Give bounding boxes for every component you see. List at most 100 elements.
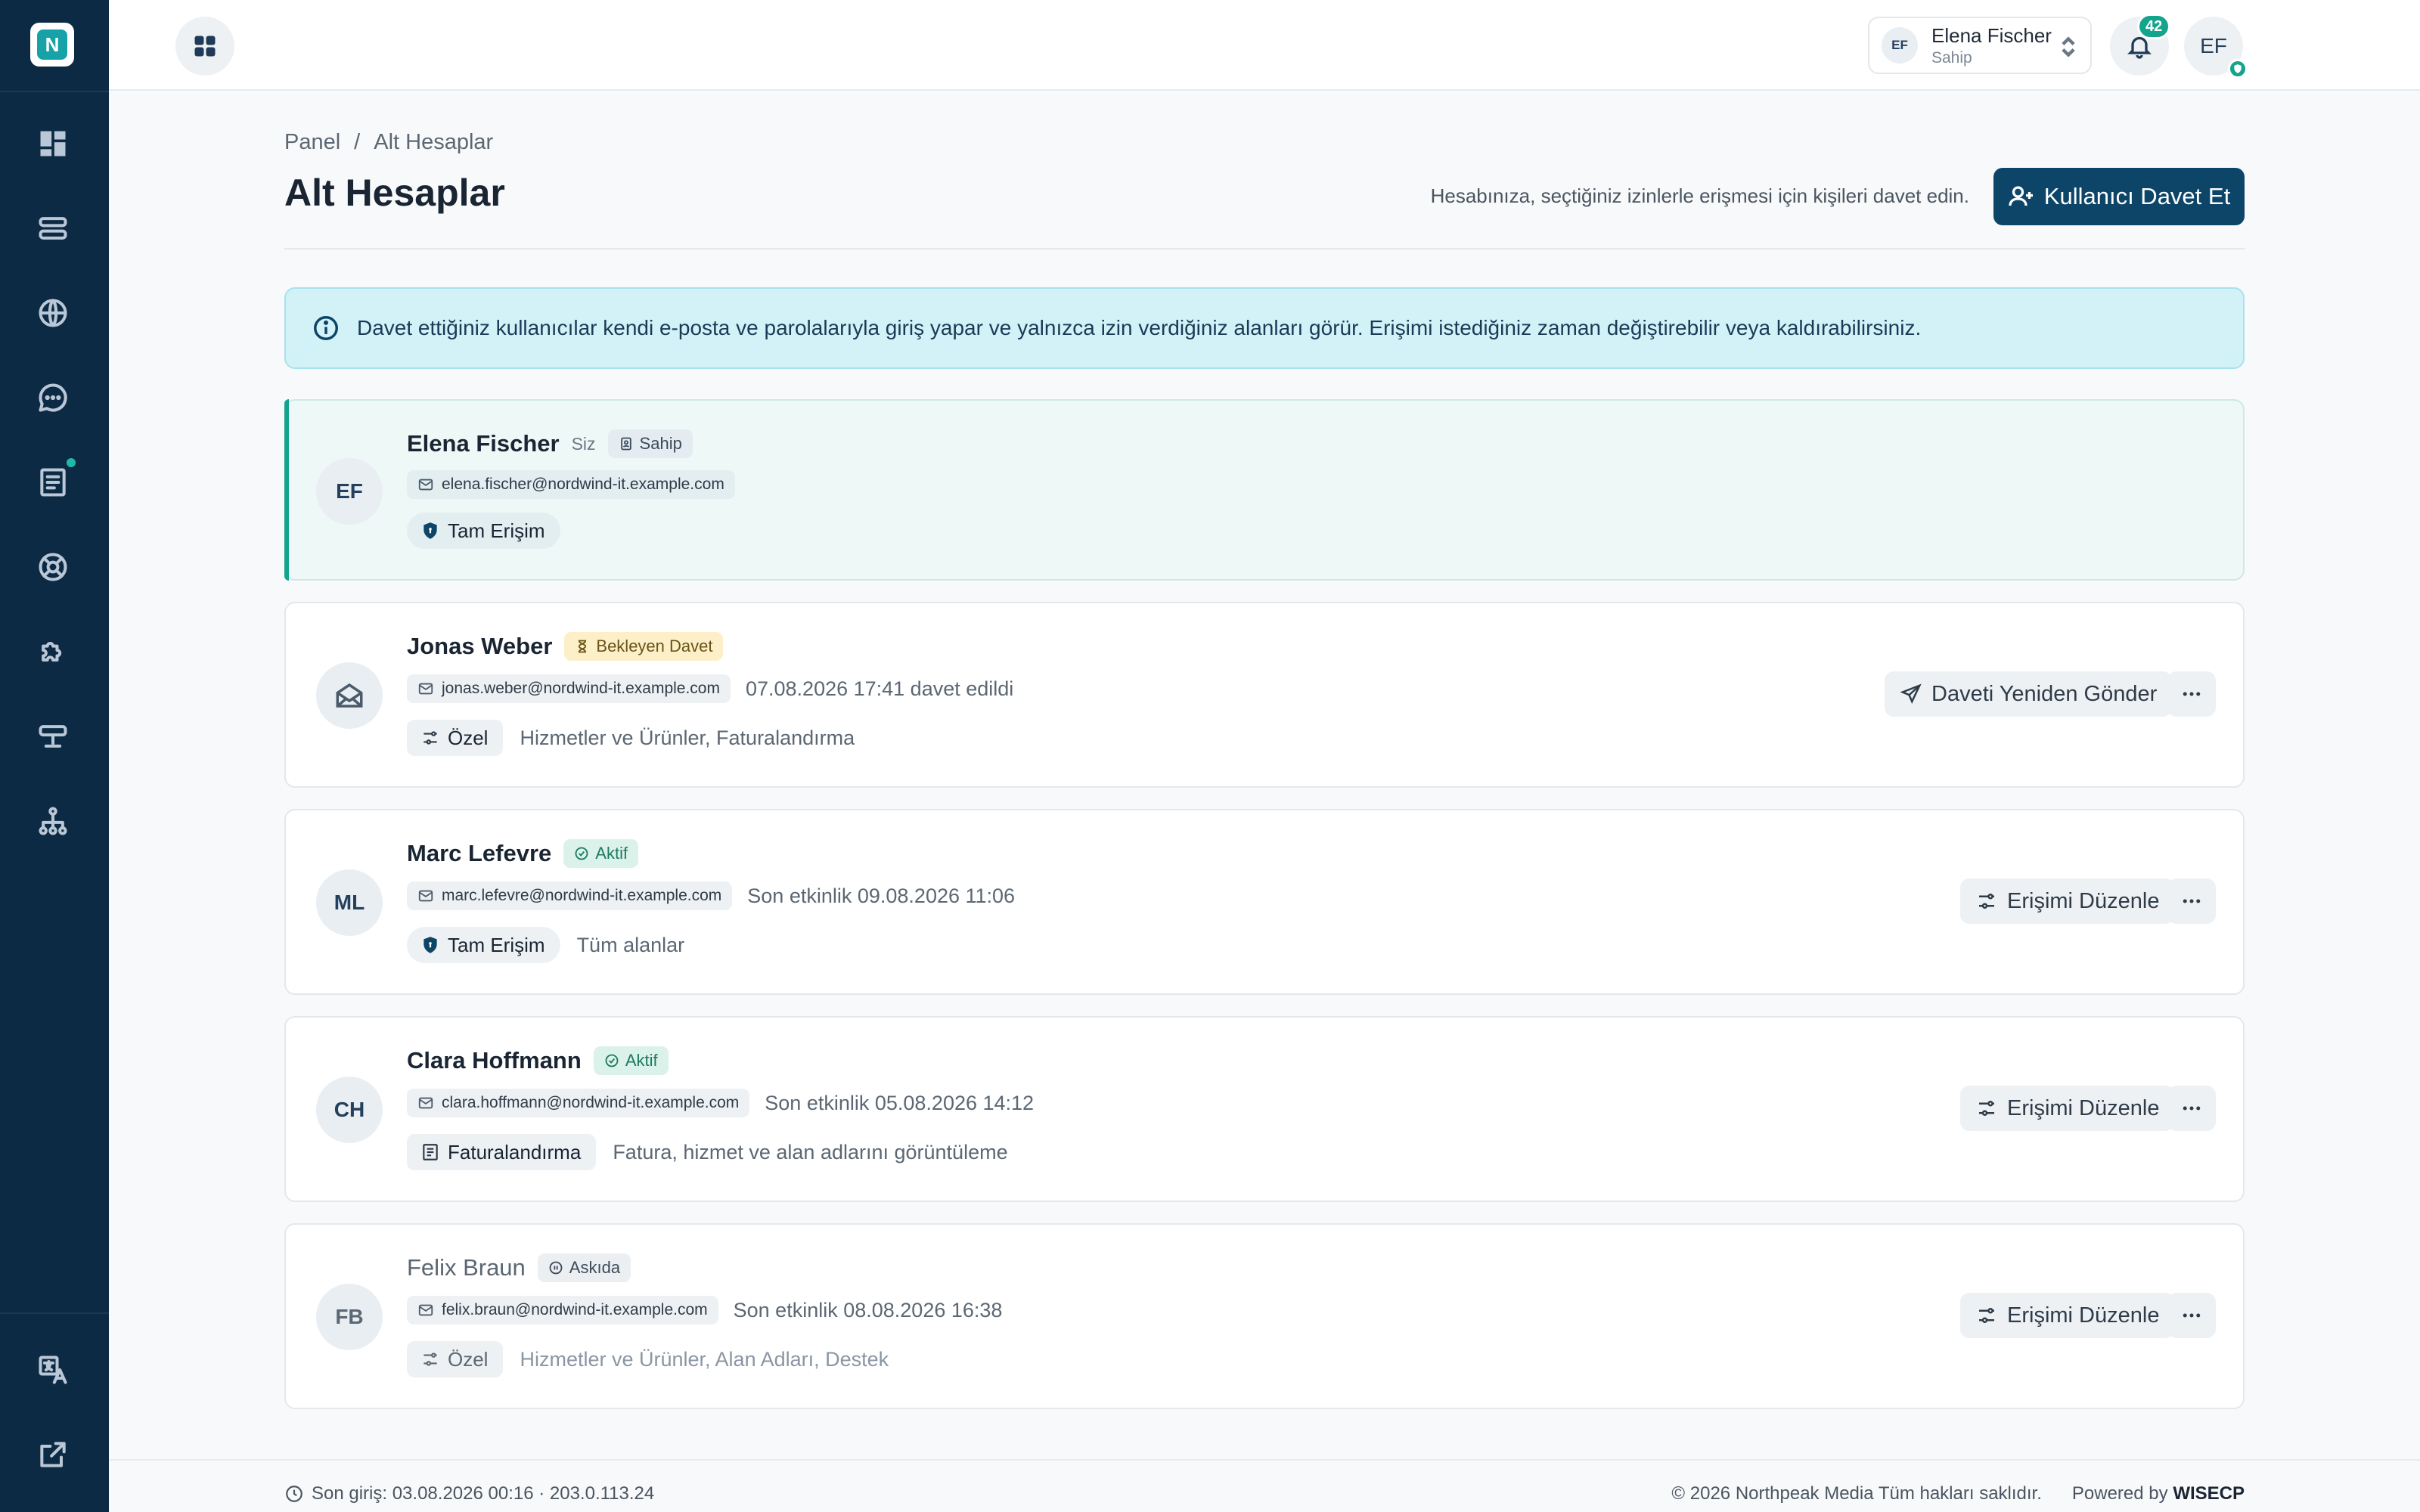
sidebar-item-help[interactable] (33, 547, 73, 587)
breadcrumb-separator: / (354, 130, 361, 154)
shield-icon (424, 522, 437, 539)
ellipsis-icon (2183, 1313, 2201, 1318)
status-label: Aktif (625, 1051, 658, 1070)
receipt-icon (423, 1144, 438, 1160)
edit-access-label: Erişimi Düzenle (2007, 1095, 2160, 1120)
chat-icon (39, 383, 67, 412)
more-options-button[interactable] (2167, 1086, 2216, 1131)
send-icon (1900, 683, 1922, 705)
sidebar-divider (0, 91, 109, 92)
status-label: Aktif (595, 844, 628, 863)
powered-by-text: Powered by (2071, 1483, 2168, 1504)
breadcrumb: Panel / Alt Hesaplar (284, 130, 493, 155)
mail-icon (418, 1304, 433, 1316)
email-text: clara.hoffmann@nordwind-it.example.com (442, 1094, 740, 1111)
powered-by-brand[interactable]: WISECP (2173, 1483, 2245, 1504)
page-description: Hesabınıza, seçtiğiniz izinlerle erişmes… (1430, 184, 1969, 207)
sidebar-item-dashboard[interactable] (33, 124, 73, 163)
owner-role-badge: Sahip (607, 429, 693, 458)
more-options-button[interactable] (2167, 671, 2216, 717)
email-chip: elena.fischer@nordwind-it.example.com (407, 470, 735, 499)
check-circle-icon (575, 847, 588, 860)
external-link-icon (40, 1442, 66, 1467)
dashboard-icon (40, 131, 66, 156)
status-badge-active: Aktif (563, 839, 639, 868)
ellipsis-icon (2183, 1106, 2201, 1111)
lifebuoy-icon (39, 553, 67, 581)
subaccount-card: FB Felix Braun Askıda felix.braun@nordwi… (284, 1223, 2245, 1409)
edit-access-label: Erişimi Düzenle (2007, 1303, 2160, 1328)
header-divider (284, 248, 2245, 249)
access-level-badge: Tam Erişim (407, 927, 560, 963)
user-name: Clara Hoffmann (407, 1047, 582, 1074)
ellipsis-icon (2183, 899, 2201, 903)
globe-icon (39, 299, 67, 327)
pause-circle-icon (549, 1261, 563, 1275)
edit-access-label: Erişimi Düzenle (2007, 888, 2160, 913)
sidebar-item-addons[interactable] (33, 632, 73, 671)
sliders-icon (424, 731, 437, 745)
invoices-notification-dot (67, 458, 76, 467)
edit-access-button[interactable]: Erişimi Düzenle (1960, 1086, 2175, 1131)
copyright-text: © 2026 Northpeak Media Tüm hakları saklı… (1671, 1483, 2042, 1504)
account-name: Elena Fischer (1931, 23, 2052, 47)
email-chip: felix.braun@nordwind-it.example.com (407, 1296, 718, 1325)
access-scope: Hizmetler ve Ürünler, Faturalandırma (520, 726, 855, 749)
email-text: elena.fischer@nordwind-it.example.com (442, 476, 724, 493)
sidebar-item-domains[interactable] (33, 293, 73, 333)
subaccount-card: ML Marc Lefevre Aktif marc.lefevre@nordw… (284, 809, 2245, 995)
edit-access-button[interactable]: Erişimi Düzenle (1960, 1293, 2175, 1338)
mail-icon (418, 683, 433, 695)
translate-icon (39, 1356, 67, 1384)
subaccount-card-owner: EF Elena Fischer Siz Sahip elena.fischer… (284, 399, 2245, 581)
apps-menu-button[interactable] (175, 17, 234, 76)
notification-count-badge: 42 (2137, 14, 2171, 39)
sidebar-item-language[interactable] (33, 1350, 73, 1390)
email-chip: jonas.weber@nordwind-it.example.com (407, 674, 731, 703)
resend-invite-button[interactable]: Daveti Yeniden Gönder (1885, 671, 2173, 717)
access-scope: Fatura, hizmet ve alan adlarını görüntül… (613, 1140, 1008, 1163)
app-logo[interactable]: N (30, 23, 74, 67)
sidebar-item-external-link[interactable] (33, 1435, 73, 1474)
access-level-label: Özel (448, 1347, 489, 1371)
router-icon (39, 725, 67, 748)
account-switcher[interactable]: EF Elena Fischer Sahip (1868, 17, 2092, 74)
last-activity: Son etkinlik 09.08.2026 11:06 (747, 884, 1016, 907)
footer-divider (109, 1459, 2420, 1461)
sidebar: N (0, 0, 109, 1512)
edit-access-button[interactable]: Erişimi Düzenle (1960, 878, 2175, 924)
sidebar-item-network[interactable] (33, 717, 73, 756)
mail-icon (418, 479, 433, 491)
invite-user-button[interactable]: Kullanıcı Davet Et (1993, 168, 2245, 225)
info-alert: Davet ettiğiniz kullanıcılar kendi e-pos… (284, 287, 2245, 369)
footer-credits: © 2026 Northpeak Media Tüm hakları saklı… (1671, 1483, 2245, 1504)
sidebar-item-invoices[interactable] (33, 463, 73, 502)
access-level-badge: Özel (407, 1341, 504, 1377)
access-level-badge: Tam Erişim (407, 513, 560, 549)
status-badge-active: Aktif (593, 1046, 669, 1075)
account-avatar: EF (1882, 27, 1918, 64)
sidebar-item-support[interactable] (33, 378, 73, 417)
info-text: Davet ettiğiniz kullanıcılar kendi e-pos… (357, 316, 1922, 339)
last-login-info: Son giriş: 03.08.2026 00:16 · 203.0.113.… (284, 1483, 654, 1504)
email-text: felix.braun@nordwind-it.example.com (442, 1301, 708, 1318)
sitemap-icon (39, 807, 67, 835)
email-text: jonas.weber@nordwind-it.example.com (442, 680, 720, 697)
access-level-label: Tam Erişim (448, 519, 545, 542)
sliders-icon (1979, 894, 1994, 909)
envelope-open-icon (336, 683, 363, 708)
more-options-button[interactable] (2167, 1293, 2216, 1338)
sidebar-item-services[interactable] (33, 209, 73, 248)
sidebar-divider-bottom (0, 1312, 109, 1314)
more-options-button[interactable] (2167, 878, 2216, 924)
user-name: Elena Fischer (407, 430, 560, 457)
check-circle-icon (605, 1054, 619, 1067)
hourglass-icon (579, 640, 587, 653)
user-name: Felix Braun (407, 1254, 526, 1281)
sidebar-item-organization[interactable] (33, 801, 73, 841)
avatar: CH (316, 1077, 383, 1143)
breadcrumb-panel-link[interactable]: Panel (284, 130, 340, 155)
status-label: Bekleyen Davet (596, 637, 713, 655)
subaccount-card: CH Clara Hoffmann Aktif clara.hoffmann@n… (284, 1016, 2245, 1202)
mail-icon (418, 1097, 433, 1109)
